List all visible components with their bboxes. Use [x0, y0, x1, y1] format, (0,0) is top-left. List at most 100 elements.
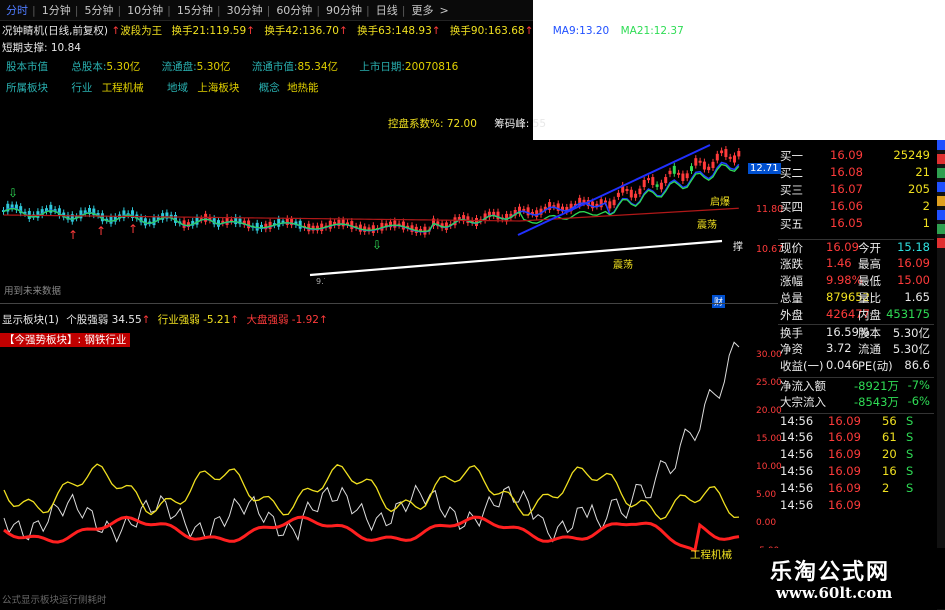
watermark: 乐淘公式网 www.60lt.com [750, 548, 945, 609]
tick-row: 14:56 16.09 [778, 498, 934, 514]
price-tag: 12.71 [748, 163, 781, 174]
turnover-21: 换手21:119.59 [171, 25, 247, 37]
bid-row[interactable]: 买二 16.08 21 [778, 165, 934, 181]
flow-pct: -6% [907, 394, 930, 408]
stat-label: 换手 [780, 326, 803, 340]
bid-row[interactable]: 买四 16.06 2 [778, 199, 934, 215]
chevron-right-icon[interactable]: > [439, 4, 448, 17]
float-val: 5.30亿 [196, 61, 231, 73]
signal-arrow: ↑ [68, 228, 78, 242]
total-cap-label: 总股本: [71, 61, 107, 73]
concept-value[interactable]: 地热能 [287, 82, 319, 94]
tab-separator: | [167, 3, 171, 17]
tick-time: 14:56 [780, 414, 814, 428]
bid-row[interactable]: 买五 16.05 1 [778, 216, 934, 232]
market-strength-value: -1.92 [291, 314, 319, 326]
stat-row: 换手 16.59% 股本 5.30亿 [778, 324, 934, 341]
formula-footer: 公式显示板块运行侧耗时 [2, 595, 107, 606]
indicator-title: 况钟睛机(日线,前复权) [2, 25, 109, 37]
tab-separator: | [32, 3, 36, 17]
tool-icon[interactable] [937, 238, 945, 248]
market-strength-label: 大盘强弱 [246, 314, 289, 326]
stat-value: 0.046 [826, 358, 859, 372]
stat-row: 总量 879652 量比 1.65 [778, 290, 934, 306]
candle-body [638, 188, 642, 195]
bid-volume: 21 [915, 165, 930, 179]
lower-y-tick: 0.00 [756, 518, 777, 528]
tool-icon[interactable] [937, 154, 945, 164]
bid-level-label: 买五 [780, 217, 803, 231]
tick-volume: 61 [882, 430, 897, 444]
tool-icon[interactable] [937, 168, 945, 178]
tick-row: 14:56 16.09 2 S [778, 481, 934, 497]
tab-period-0[interactable]: 分时 [6, 2, 28, 18]
candle-body [685, 173, 689, 179]
tick-volume: 16 [882, 464, 897, 478]
bid-volume: 1 [922, 216, 930, 230]
tab-period-9[interactable]: 更多 [411, 2, 433, 18]
watermark-url: www.60lt.com [776, 584, 893, 602]
candle-body [655, 184, 659, 187]
stock-strength-label: 个股强弱 [66, 314, 109, 326]
stat-value: 15.18 [897, 240, 930, 254]
candle-body [707, 166, 711, 171]
tool-icon[interactable] [937, 140, 945, 150]
tab-period-6[interactable]: 60分钟 [276, 2, 312, 18]
float-mkt: 85.34亿 [297, 61, 339, 73]
flow-row: 净流入额 -8921万 -7% [778, 377, 934, 394]
chip-label: 筹码峰: [494, 118, 530, 130]
stat-value: 3.72 [826, 341, 852, 355]
float-mkt-label: 流通市值: [251, 61, 298, 73]
bid-price: 16.06 [830, 199, 863, 213]
candle-body [720, 150, 724, 154]
industry-value[interactable]: 工程机械 [102, 82, 144, 94]
short-support: 短期支撑: 10.84 [2, 42, 81, 54]
tab-separator: | [401, 3, 406, 17]
ma21-label: MA21:12.37 [620, 25, 684, 37]
tab-period-8[interactable]: 日线 [376, 2, 398, 18]
candle-body [109, 216, 113, 224]
candle-body [328, 220, 332, 229]
stat-row: 收益(一) 0.046 PE(动) 86.6 [778, 358, 934, 374]
bid-row[interactable]: 买三 16.07 205 [778, 182, 934, 198]
candle-body [733, 155, 736, 163]
tool-icon[interactable] [937, 182, 945, 192]
tab-period-7[interactable]: 90分钟 [326, 2, 362, 18]
stat-value: 16.09 [826, 240, 859, 254]
tick-side: S [906, 414, 914, 428]
tab-period-3[interactable]: 10分钟 [127, 2, 163, 18]
candle-body [629, 189, 633, 198]
tab-period-4[interactable]: 15分钟 [177, 2, 213, 18]
stat-label: 股本 [858, 326, 881, 340]
strength-line-chart[interactable] [0, 340, 778, 602]
candle-body [255, 222, 259, 231]
tab-period-1[interactable]: 1分钟 [42, 2, 71, 18]
bid-volume: 205 [908, 182, 930, 196]
stock-strength-value: 34.55 [111, 314, 142, 326]
candle-body [672, 165, 676, 174]
side-toolbar[interactable] [937, 140, 945, 610]
tab-separator: | [366, 3, 370, 17]
candle-body [647, 178, 650, 181]
stat-value: 5.30亿 [892, 326, 930, 340]
candle-body [277, 218, 281, 227]
stat-row: 外盘 426477 内盘 453175 [778, 307, 934, 323]
up-arrow-icon: ↑ [111, 25, 121, 37]
chip-value: 55 [532, 118, 547, 130]
tool-icon[interactable] [937, 210, 945, 220]
region-value[interactable]: 上海板块 [197, 82, 239, 94]
tool-icon[interactable] [937, 196, 945, 206]
share-cap-label: 股本市值 [6, 61, 48, 73]
bounce-label-1: 启爆 [710, 197, 730, 208]
tab-period-5[interactable]: 30分钟 [227, 2, 263, 18]
tick-price: 16.09 [828, 464, 861, 478]
flow-value: -8543万 [854, 395, 899, 409]
control-label: 控盘系数%: [388, 118, 444, 130]
bid-row[interactable]: 买一 16.09 25249 [778, 148, 934, 164]
tool-icon[interactable] [937, 224, 945, 234]
tab-separator: | [117, 3, 122, 17]
tick-volume: 56 [882, 414, 897, 428]
channel-line [517, 144, 711, 236]
tab-period-2[interactable]: 5分钟 [84, 2, 113, 18]
signal-arrow: ↑ [128, 222, 138, 236]
